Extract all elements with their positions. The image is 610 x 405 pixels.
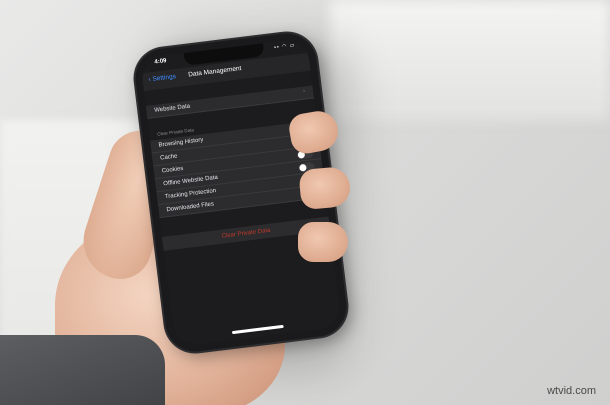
background-window [330,0,610,120]
row-label: Downloaded Files [166,201,215,214]
chevron-left-icon: ‹ [148,76,152,84]
finger-ring [298,222,348,262]
home-indicator [231,324,284,335]
website-data-row[interactable]: Website Data › [145,85,315,119]
back-button-label: Settings [152,73,177,83]
website-data-group: Website Data › [145,85,315,119]
watermark: wtvid.com [547,385,596,397]
chevron-right-icon: › [302,88,306,95]
website-data-label: Website Data [154,103,191,114]
sleeve [0,335,165,405]
back-button[interactable]: ‹ Settings [148,73,176,83]
row-label: Cache [159,153,178,162]
row-label: Cookies [161,165,184,175]
status-time: 4:09 [154,58,167,66]
status-icons: ▪▪ ◠ ▭ [273,42,296,51]
page-title: Data Management [187,65,242,79]
